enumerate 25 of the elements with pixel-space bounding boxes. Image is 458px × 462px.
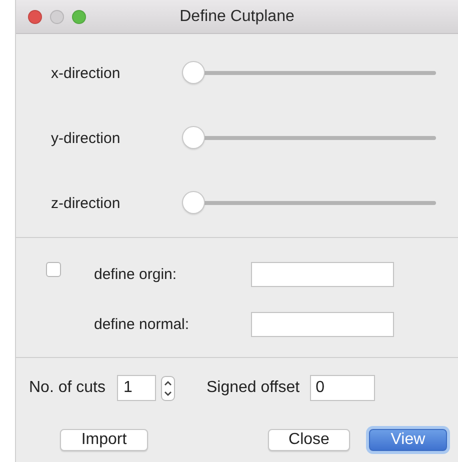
zoom-button[interactable] bbox=[72, 10, 86, 24]
stepper-button[interactable] bbox=[161, 376, 176, 400]
slider-thumb[interactable] bbox=[183, 192, 204, 213]
close-button[interactable] bbox=[28, 10, 42, 24]
offset-label: Signed offset bbox=[206, 379, 300, 397]
slider-label: z-direction bbox=[50, 194, 122, 212]
slider[interactable] bbox=[181, 62, 436, 84]
input-field[interactable] bbox=[251, 262, 394, 287]
checkbox[interactable] bbox=[46, 262, 61, 277]
window-title: Define Cutplane bbox=[180, 8, 294, 24]
slider-thumb[interactable] bbox=[183, 127, 204, 148]
slider-label: y-direction bbox=[50, 130, 122, 146]
cuts-field[interactable]: 1 bbox=[117, 375, 156, 401]
field-label: define normal: bbox=[94, 316, 190, 333]
slider[interactable] bbox=[181, 192, 436, 214]
cuts-label: No. of cuts bbox=[29, 379, 106, 397]
push-button[interactable]: Import bbox=[60, 429, 148, 451]
slider-label: x-direction bbox=[50, 64, 122, 82]
push-button[interactable]: Close bbox=[268, 429, 350, 451]
slider[interactable] bbox=[181, 127, 436, 149]
default-button[interactable]: View bbox=[369, 429, 447, 451]
slider-thumb[interactable] bbox=[183, 62, 204, 83]
field-label: define orgin: bbox=[94, 266, 178, 283]
offset-field[interactable]: 0 bbox=[310, 375, 375, 401]
input-field[interactable] bbox=[251, 312, 394, 337]
